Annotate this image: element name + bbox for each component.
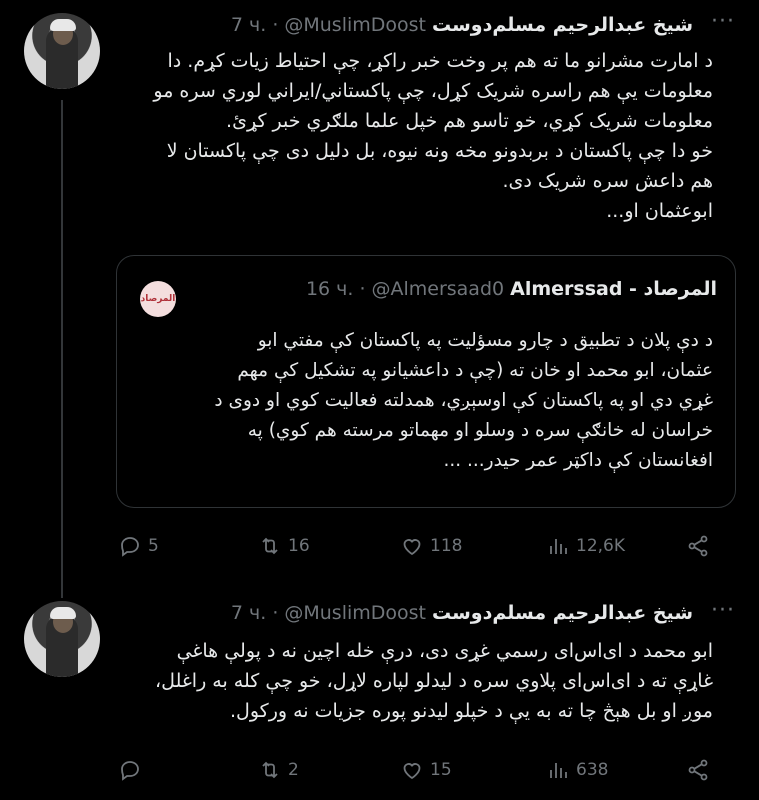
quoted-handle: @Almersaad0: [371, 278, 505, 300]
like-count: 118: [430, 536, 463, 556]
timestamp[interactable]: 7 ч.: [231, 14, 266, 36]
views-count: 12,6K: [576, 536, 625, 556]
share-button[interactable]: [686, 758, 710, 782]
tweet-actions: 2 15 638: [0, 755, 759, 785]
author-name[interactable]: شيخ عبدالرحيم مسلم‌دوست: [432, 602, 693, 624]
more-options-button[interactable]: ···: [711, 11, 734, 33]
quoted-tweet[interactable]: المرصاد 16 ч. · @Almersaad0 Almerssad - …: [116, 255, 736, 508]
views-icon: [550, 539, 567, 554]
reply-icon: [121, 537, 139, 557]
repost-icon: [262, 761, 278, 779]
share-button[interactable]: [686, 534, 710, 558]
quoted-separator-dot: ·: [359, 278, 366, 300]
tweet-header: 7 ч. · @MuslimDoost شيخ عبدالرحيم مسلم‌د…: [231, 10, 693, 40]
views-button[interactable]: 638: [546, 758, 608, 782]
quoted-text: د دې پلان د تطبیق د چارو مسؤلیت په پاکست…: [214, 330, 713, 471]
avatar-turban: [50, 19, 76, 31]
reply-icon: [121, 761, 139, 781]
reply-count: 5: [148, 536, 159, 556]
quoted-author-name: Almerssad - المرصاد: [510, 278, 717, 300]
tweet-text: د امارت مشرانو ما ته هم پر وخت خبر راکړ،…: [153, 50, 713, 222]
views-count: 638: [576, 760, 609, 780]
tweet-header: 7 ч. · @MuslimDoost شيخ عبدالرحيم مسلم‌د…: [231, 598, 693, 628]
timestamp[interactable]: 7 ч.: [231, 602, 266, 624]
tweet-text: ابو محمد د ای‌اس‌ای رسمي غړی دی، درې خله…: [155, 640, 713, 722]
author-handle[interactable]: @MuslimDoost: [284, 602, 426, 624]
repost-count: 16: [288, 536, 310, 556]
heart-icon: [403, 539, 421, 556]
like-count: 15: [430, 760, 452, 780]
quoted-timestamp: 16 ч.: [305, 278, 354, 300]
like-button[interactable]: 15: [400, 758, 452, 782]
quoted-header: 16 ч. · @Almersaad0 Almerssad - المرصاد: [306, 278, 717, 300]
separator-dot: ·: [272, 602, 279, 624]
repost-button[interactable]: 2: [258, 758, 299, 782]
author-handle[interactable]: @MuslimDoost: [284, 14, 426, 36]
repost-button[interactable]: 16: [258, 534, 310, 558]
more-options-button[interactable]: ···: [711, 600, 734, 622]
repost-count: 2: [288, 760, 299, 780]
repost-icon: [262, 537, 278, 555]
like-button[interactable]: 118: [400, 534, 462, 558]
avatar-turban: [50, 607, 76, 619]
share-icon: [688, 759, 708, 781]
quoted-avatar-logo: المرصاد: [140, 294, 176, 304]
tweet-actions: 5 16 118 12,6K: [0, 531, 759, 561]
views-icon: [550, 763, 567, 778]
share-icon: [688, 535, 708, 557]
separator-dot: ·: [272, 14, 279, 36]
reply-button[interactable]: 5: [118, 534, 159, 558]
views-button[interactable]: 12,6K: [546, 534, 625, 558]
heart-icon: [403, 763, 421, 780]
quoted-avatar[interactable]: المرصاد: [140, 281, 176, 317]
reply-button[interactable]: [118, 758, 148, 782]
author-name[interactable]: شيخ عبدالرحيم مسلم‌دوست: [432, 14, 693, 36]
